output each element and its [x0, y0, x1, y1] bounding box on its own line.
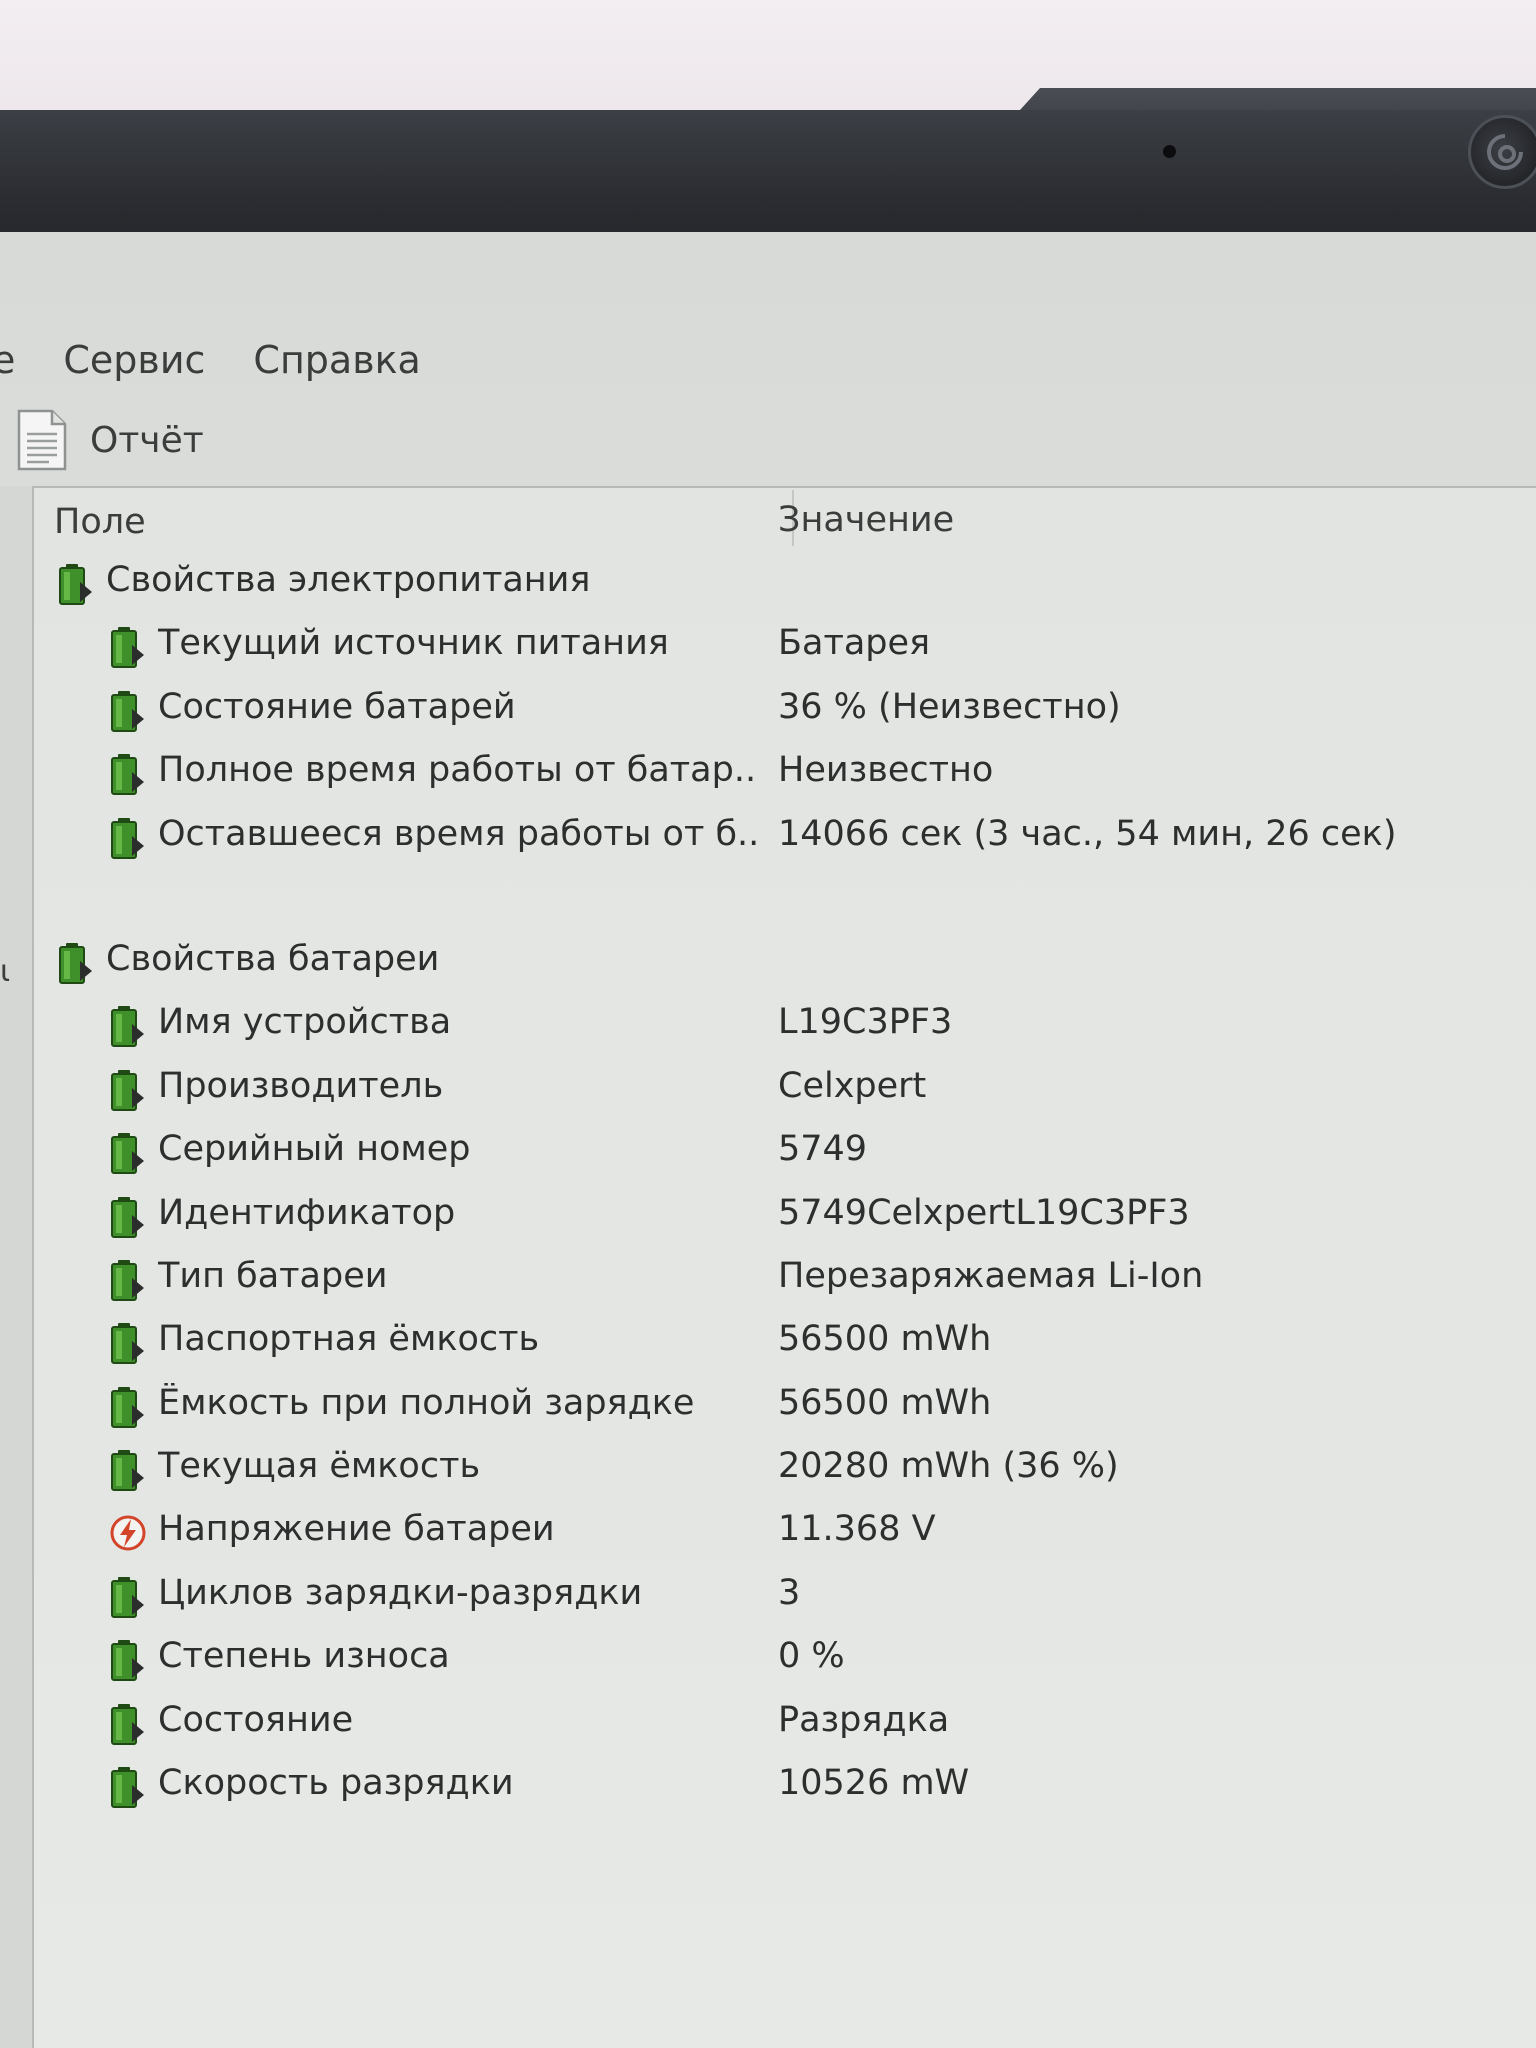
property-label: Паспортная ёмкость [158, 1319, 540, 1360]
property-value: 3 [778, 1572, 801, 1613]
property-value: Батарея [778, 623, 931, 664]
properties-panel: Поле Значение Свойства электропитания Те… [32, 486, 1536, 2048]
table-header: Поле Значение [34, 488, 1536, 550]
properties-list: Свойства электропитания Текущий источник… [34, 550, 1536, 1816]
property-label: Имя устройства [158, 1002, 452, 1043]
property-row[interactable]: Паспортная ёмкость 56500 mWh [34, 1309, 1536, 1372]
property-row[interactable]: Тип батареи Перезаряжаемая Li-Ion [34, 1246, 1536, 1309]
battery-icon [56, 562, 94, 606]
battery-icon [108, 1385, 146, 1429]
webcam-icon [1163, 145, 1176, 158]
property-label: Тип батареи [158, 1255, 388, 1296]
property-value: 20280 mWh (36 %) [778, 1446, 1119, 1487]
row-spacer [34, 867, 1536, 929]
battery-icon [108, 1575, 146, 1619]
battery-icon [108, 1702, 146, 1746]
property-value: 36 % (Неизвестно) [778, 686, 1121, 727]
property-label: Производитель [158, 1065, 444, 1106]
property-row[interactable]: Скорость разрядки 10526 mW [34, 1753, 1536, 1816]
property-value: 10526 mW [778, 1763, 970, 1804]
property-row[interactable]: Оставшееся время работы от б... 14066 сек… [34, 804, 1536, 867]
property-value: 5749CelxpertL19C3PF3 [778, 1192, 1190, 1233]
battery-icon [108, 1195, 146, 1239]
property-value: L19C3PF3 [778, 1002, 953, 1043]
property-value: Разрядка [778, 1699, 950, 1740]
property-value: Перезаряжаемая Li-Ion [778, 1255, 1204, 1296]
property-row[interactable]: Полное время работы от батар... Неизвестн… [34, 740, 1536, 803]
property-value: Неизвестно [778, 750, 994, 791]
battery-icon [108, 1321, 146, 1365]
battery-icon [108, 1131, 146, 1175]
property-label: Текущая ёмкость [158, 1446, 481, 1487]
property-row[interactable]: Напряжение батареи 11.368 V [34, 1499, 1536, 1562]
battery-icon [108, 689, 146, 733]
property-row[interactable]: Производитель Celxpert [34, 1056, 1536, 1119]
property-label: Полное время работы от батар... [158, 750, 758, 791]
property-label: Свойства электропитания [106, 560, 591, 600]
property-row[interactable]: Степень износа 0 % [34, 1626, 1536, 1689]
property-row[interactable]: Ёмкость при полной зарядке 56500 mWh [34, 1373, 1536, 1436]
battery-icon [108, 1004, 146, 1048]
property-row[interactable]: Идентификатор 5749CelxpertL19C3PF3 [34, 1183, 1536, 1246]
property-row[interactable]: Текущий источник питания Батарея [34, 613, 1536, 676]
property-label: Оставшееся время работы от б... [158, 813, 758, 854]
menu-item-partial[interactable]: е [0, 338, 15, 382]
property-label: Ёмкость при полной зарядке [158, 1382, 695, 1423]
battery-icon [108, 752, 146, 796]
app-window: е Сервис Справка Отчёт ι Поле Значение С… [0, 232, 1536, 2048]
toolbar: Отчёт [0, 404, 1536, 476]
menu-item-service[interactable]: Сервис [63, 338, 205, 382]
property-value: 5749 [778, 1129, 868, 1170]
column-header-field[interactable]: Поле [54, 502, 146, 542]
property-label: Состояние батарей [158, 686, 516, 727]
property-value: Celxpert [778, 1065, 927, 1106]
property-row[interactable]: Циклов зарядки-разрядки 3 [34, 1563, 1536, 1626]
property-value: 56500 mWh [778, 1319, 992, 1360]
battery-icon [108, 1068, 146, 1112]
property-label: Степень износа [158, 1636, 450, 1677]
battery-icon [108, 1638, 146, 1682]
property-value: 14066 сек (3 час., 54 мин, 26 сек) [778, 813, 1397, 854]
report-button[interactable]: Отчёт [16, 408, 204, 472]
left-pane-glyph: ι [0, 954, 11, 989]
property-label: Скорость разрядки [158, 1763, 514, 1804]
group-row[interactable]: Свойства батареи [34, 929, 1536, 992]
battery-icon [108, 816, 146, 860]
property-value: 56500 mWh [778, 1382, 992, 1423]
property-value: 0 % [778, 1636, 845, 1677]
property-label: Идентификатор [158, 1192, 456, 1233]
property-row[interactable]: Текущая ёмкость 20280 mWh (36 %) [34, 1436, 1536, 1499]
report-document-icon [17, 409, 67, 471]
battery-icon [108, 1258, 146, 1302]
menu-item-help[interactable]: Справка [253, 338, 420, 382]
property-label: Серийный номер [158, 1129, 471, 1170]
battery-icon [56, 941, 94, 985]
property-row[interactable]: Имя устройства L19C3PF3 [34, 992, 1536, 1055]
property-label: Текущий источник питания [158, 623, 669, 664]
property-row[interactable]: Серийный номер 5749 [34, 1119, 1536, 1182]
report-label: Отчёт [90, 419, 204, 461]
privacy-shutter-icon [1468, 115, 1536, 189]
property-row[interactable]: Состояние батарей 36 % (Неизвестно) [34, 677, 1536, 740]
battery-icon [108, 625, 146, 669]
menu-bar: е Сервис Справка [0, 332, 469, 388]
property-value: 11.368 V [778, 1509, 936, 1550]
voltage-icon [108, 1511, 146, 1555]
column-header-value[interactable]: Значение [778, 500, 954, 540]
property-row[interactable]: Состояние Разрядка [34, 1690, 1536, 1753]
battery-icon [108, 1448, 146, 1492]
battery-icon [108, 1765, 146, 1809]
property-label: Состояние [158, 1699, 354, 1740]
group-row[interactable]: Свойства электропитания [34, 550, 1536, 613]
property-label: Свойства батареи [106, 938, 440, 979]
property-label: Циклов зарядки-разрядки [158, 1572, 643, 1613]
left-tree-pane: ι [0, 486, 32, 2048]
property-label: Напряжение батареи [158, 1509, 555, 1550]
